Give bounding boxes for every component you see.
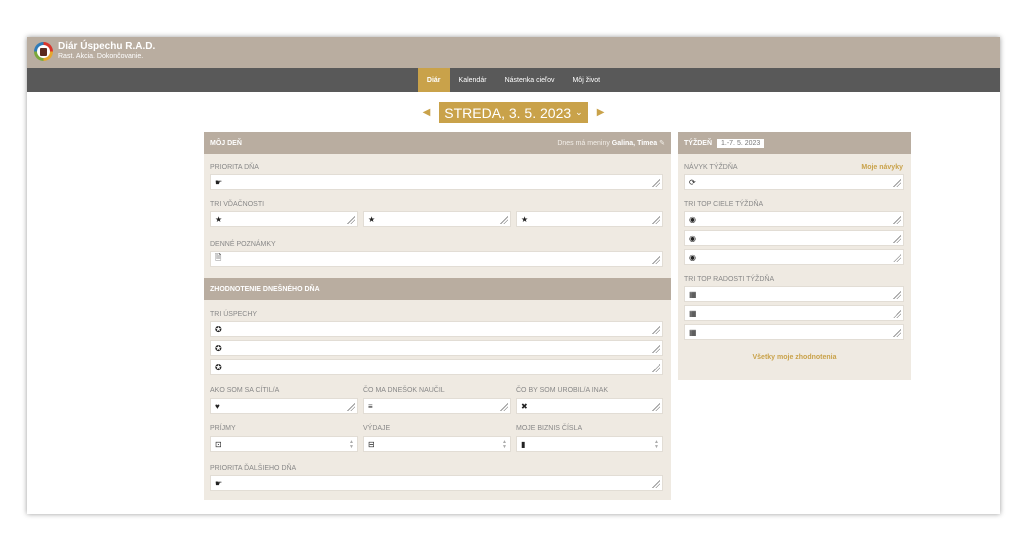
star-icon: ★ bbox=[215, 214, 223, 224]
feel-field[interactable]: ♥ bbox=[210, 398, 358, 414]
next-day-button[interactable]: ▶ bbox=[597, 107, 605, 118]
gratitude-label: TRI VĎAČNOSTI bbox=[210, 201, 265, 208]
my-day-header: MÔJ DEŇ Dnes má meniny Galina, Timea ✎ bbox=[204, 132, 671, 154]
badge-icon: ✪ bbox=[215, 343, 222, 353]
nameday-info: Dnes má meniny Galina, Timea ✎ bbox=[557, 140, 665, 147]
date-selector: ◀ STREDA, 3. 5. 2023 ⌄ ▶ bbox=[27, 102, 1000, 123]
expenses-label: VÝDAJE bbox=[363, 425, 391, 432]
star-icon: ★ bbox=[368, 214, 376, 224]
app-subtitle: Rast. Akcia. Dokončovanie. bbox=[58, 53, 144, 60]
all-reviews-link[interactable]: Všetky moje zhodnotenia bbox=[678, 354, 911, 361]
pointing-hand-icon: ☛ bbox=[215, 177, 223, 187]
nameday-edit-icon[interactable]: ✎ bbox=[659, 140, 665, 147]
date-dropdown[interactable]: STREDA, 3. 5. 2023 ⌄ bbox=[439, 102, 588, 123]
app-header: Diár Úspechu R.A.D. Rast. Akcia. Dokončo… bbox=[27, 37, 1000, 68]
target-icon: ◉ bbox=[689, 252, 696, 262]
graduation-cap-icon: ≡ bbox=[368, 401, 373, 411]
prev-day-button[interactable]: ◀ bbox=[423, 107, 431, 118]
goal-field-1[interactable]: ◉ bbox=[684, 211, 904, 227]
differently-label: ČO BY SOM UROBIL/A INAK bbox=[516, 387, 609, 394]
successes-label: TRI ÚSPECHY bbox=[210, 311, 258, 318]
gratitude-field-1[interactable]: ★ bbox=[210, 211, 358, 227]
week-header: TÝŽDEŇ 1.-7. 5. 2023 bbox=[678, 132, 911, 154]
week-panel: TÝŽDEŇ 1.-7. 5. 2023 NÁVYK TÝŽDŇA Moje n… bbox=[678, 132, 911, 380]
note-icon: 🗎 bbox=[215, 253, 222, 262]
next-priority-field[interactable]: ☛ bbox=[210, 475, 663, 491]
habit-label: NÁVYK TÝŽDŇA bbox=[684, 164, 738, 171]
star-icon: ★ bbox=[521, 214, 529, 224]
review-title: ZHODNOTENIE DNEŠNÉHO DŇA bbox=[210, 285, 320, 293]
expenses-icon: ⊟ bbox=[368, 439, 375, 449]
my-habits-link[interactable]: Moje návyky bbox=[861, 164, 903, 171]
app-window: Diár Úspechu R.A.D. Rast. Akcia. Dokončo… bbox=[27, 37, 1000, 514]
gift-icon: ▦ bbox=[689, 327, 697, 337]
brand: Diár Úspechu R.A.D. Rast. Akcia. Dokončo… bbox=[58, 41, 155, 62]
gift-icon: ▦ bbox=[689, 308, 697, 318]
habit-field[interactable]: ⟳ bbox=[684, 174, 904, 190]
nav-item-moj-zivot[interactable]: Môj život bbox=[563, 68, 609, 92]
target-icon: ◉ bbox=[689, 214, 696, 224]
income-label: PRÍJMY bbox=[210, 425, 236, 432]
my-day-panel: MÔJ DEŇ Dnes má meniny Galina, Timea ✎ P… bbox=[204, 132, 671, 500]
chart-icon: ▮ bbox=[521, 439, 526, 449]
cross-icon: ✖ bbox=[521, 401, 528, 411]
joy-field-2[interactable]: ▦ bbox=[684, 305, 904, 321]
priority-label: PRIORITA DŇA bbox=[210, 164, 259, 171]
badge-icon: ✪ bbox=[215, 324, 222, 334]
expenses-field[interactable]: ⊟ ▲ ▼ bbox=[363, 436, 511, 452]
joys-label: TRI TOP RADOSTI TÝŽDŇA bbox=[684, 276, 775, 283]
badge-icon: ✪ bbox=[215, 362, 222, 372]
priority-field[interactable]: ☛ bbox=[210, 174, 663, 190]
nav-item-kalendar[interactable]: Kalendár bbox=[450, 68, 496, 92]
nav-item-diar[interactable]: Diár bbox=[417, 68, 450, 92]
app-title: Diár Úspechu R.A.D. bbox=[58, 41, 156, 52]
learned-field[interactable]: ≡ bbox=[363, 398, 511, 414]
logo-icon bbox=[34, 42, 53, 61]
pointing-hand-icon: ☛ bbox=[215, 478, 223, 488]
heart-icon: ♥ bbox=[215, 401, 220, 411]
target-icon: ◉ bbox=[689, 233, 696, 243]
goal-field-3[interactable]: ◉ bbox=[684, 249, 904, 265]
next-priority-label: PRIORITA ĎALŠIEHO DŇA bbox=[210, 465, 297, 472]
notes-label: DENNÉ POZNÁMKY bbox=[210, 241, 276, 248]
review-header: ZHODNOTENIE DNEŠNÉHO DŇA bbox=[204, 278, 671, 300]
my-day-title: MÔJ DEŇ bbox=[210, 139, 242, 147]
success-field-1[interactable]: ✪ bbox=[210, 321, 663, 337]
gratitude-field-3[interactable]: ★ bbox=[516, 211, 663, 227]
week-title: TÝŽDEŇ bbox=[684, 139, 712, 147]
gratitude-field-2[interactable]: ★ bbox=[363, 211, 511, 227]
success-field-3[interactable]: ✪ bbox=[210, 359, 663, 375]
notes-field[interactable]: 🗎 bbox=[210, 251, 663, 267]
business-label: MOJE BIZNIS ČÍSLA bbox=[516, 425, 583, 432]
feel-label: AKO SOM SA CÍTIL/A bbox=[210, 387, 280, 394]
learned-label: ČO MA DNEŠOK NAUČIL bbox=[363, 387, 445, 394]
date-label: STREDA, 3. 5. 2023 bbox=[444, 104, 572, 121]
refresh-icon: ⟳ bbox=[689, 177, 696, 187]
joy-field-1[interactable]: ▦ bbox=[684, 286, 904, 302]
business-field[interactable]: ▮ ▲ ▼ bbox=[516, 436, 663, 452]
success-field-2[interactable]: ✪ bbox=[210, 340, 663, 356]
joy-field-3[interactable]: ▦ bbox=[684, 324, 904, 340]
income-icon: ⊡ bbox=[215, 439, 222, 449]
week-range[interactable]: 1.-7. 5. 2023 bbox=[717, 138, 765, 148]
gift-icon: ▦ bbox=[689, 289, 697, 299]
goals-label: TRI TOP CIELE TÝŽDŇA bbox=[684, 201, 764, 208]
income-field[interactable]: ⊡ ▲ ▼ bbox=[210, 436, 358, 452]
main-nav: Diár Kalendár Nástenka cieľov Môj život bbox=[27, 68, 1000, 92]
nav-item-nastenka[interactable]: Nástenka cieľov bbox=[496, 68, 564, 92]
chevron-down-icon: ⌄ bbox=[575, 107, 583, 117]
goal-field-2[interactable]: ◉ bbox=[684, 230, 904, 246]
differently-field[interactable]: ✖ bbox=[516, 398, 663, 414]
